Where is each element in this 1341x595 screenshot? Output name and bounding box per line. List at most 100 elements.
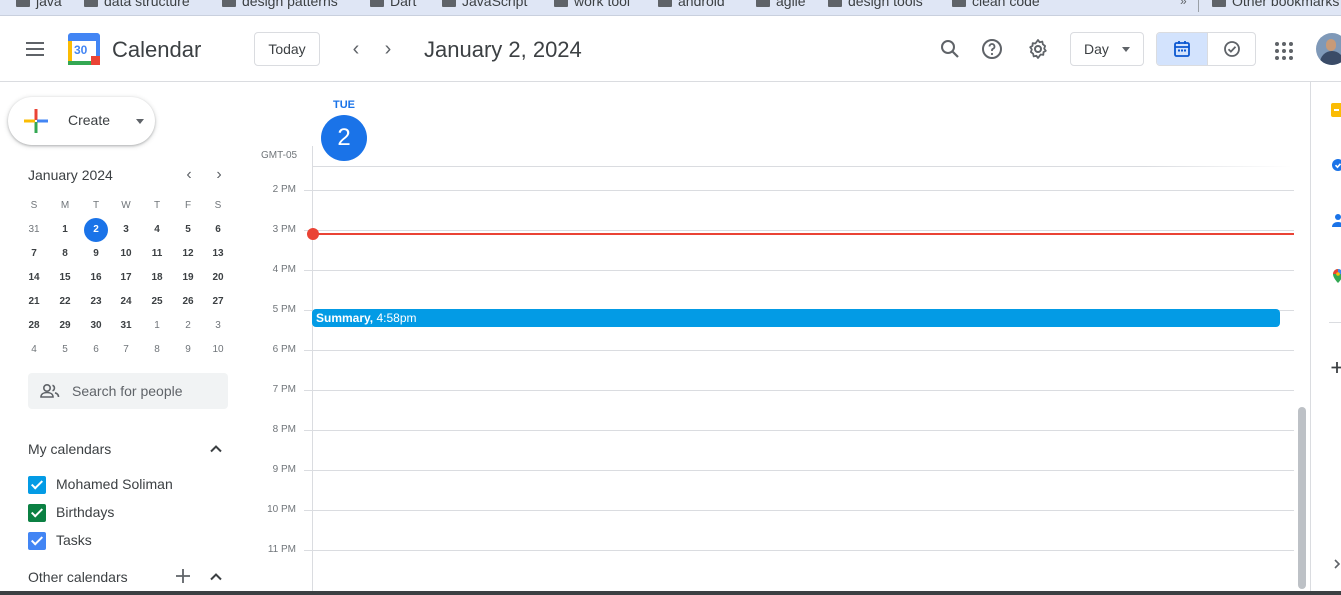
bookmark-dart[interactable]: Dart	[370, 0, 416, 9]
mini-calendar-day-number: 26	[182, 296, 194, 307]
other-calendars-title[interactable]: Other calendars	[28, 569, 128, 585]
mini-calendar-day[interactable]: 4	[19, 338, 49, 362]
today-button[interactable]: Today	[254, 32, 320, 66]
mini-calendar-day[interactable]: 29	[50, 314, 80, 338]
expand-panel-chevron-icon[interactable]	[1329, 556, 1341, 572]
bookmark-javascript[interactable]: JavaScript	[442, 0, 527, 9]
mini-calendar-day[interactable]: 12	[173, 242, 203, 266]
mini-calendar-day[interactable]: 21	[19, 290, 49, 314]
mini-calendar-weekday: T	[92, 200, 100, 211]
create-button[interactable]: Create	[8, 97, 155, 145]
calendar-view-toggle[interactable]	[1157, 33, 1207, 65]
tasks-view-toggle[interactable]	[1207, 33, 1255, 65]
add-addon-plus-icon[interactable]	[1329, 359, 1341, 375]
mini-calendar-day[interactable]: 9	[81, 242, 111, 266]
event-summary[interactable]: Summary, 4:58pm	[312, 309, 1280, 327]
mini-calendar-day[interactable]: 31	[19, 218, 49, 242]
bookmark-java[interactable]: java	[16, 0, 62, 9]
mini-calendar-day[interactable]: 17	[111, 266, 141, 290]
calendar-item-tasks[interactable]: Tasks	[26, 529, 226, 553]
vertical-scrollbar[interactable]	[1298, 407, 1306, 589]
mini-calendar-day-number: 20	[212, 272, 224, 283]
mini-calendar-day[interactable]: 31	[111, 314, 141, 338]
mini-calendar-day[interactable]: 3	[111, 218, 141, 242]
calendar-checkbox[interactable]	[28, 504, 46, 522]
hour-label: 2 PM	[272, 184, 296, 195]
contacts-icon[interactable]	[1329, 212, 1341, 228]
event-time: 4:58pm	[376, 311, 417, 325]
help-icon[interactable]	[980, 37, 1004, 61]
collapse-chevron-up-icon[interactable]	[206, 567, 226, 587]
bookmark-design-patterns[interactable]: design patterns	[222, 0, 338, 9]
mini-calendar-day[interactable]: 26	[173, 290, 203, 314]
mini-calendar-day[interactable]: 6	[81, 338, 111, 362]
day-number-button[interactable]: 2	[321, 115, 367, 161]
mini-calendar-day[interactable]: 2	[173, 314, 203, 338]
mini-calendar-day-selected[interactable]: 2	[81, 218, 111, 242]
bookmark-work-tool[interactable]: work tool	[554, 0, 630, 9]
mini-calendar-day[interactable]: 15	[50, 266, 80, 290]
google-apps-grid-icon[interactable]	[1275, 42, 1293, 60]
mini-calendar-day[interactable]: 7	[19, 242, 49, 266]
calendar-checkbox[interactable]	[28, 532, 46, 550]
user-avatar[interactable]	[1316, 33, 1341, 65]
mini-calendar-day[interactable]: 5	[50, 338, 80, 362]
mini-calendar-day[interactable]: 7	[111, 338, 141, 362]
calendar-item-mohamed-soliman[interactable]: Mohamed Soliman	[26, 473, 226, 497]
mini-calendar-day[interactable]: 18	[142, 266, 172, 290]
bookmarks-overflow-icon[interactable]: »	[1180, 0, 1187, 8]
mini-calendar-day[interactable]: 6	[203, 218, 233, 242]
bookmark-design-tools[interactable]: design tools	[828, 0, 923, 9]
mini-calendar-day[interactable]: 1	[50, 218, 80, 242]
mini-calendar-day[interactable]: 5	[173, 218, 203, 242]
mini-calendar-day[interactable]: 10	[111, 242, 141, 266]
add-calendar-plus-icon[interactable]	[173, 566, 193, 586]
mini-calendar-day[interactable]: 8	[142, 338, 172, 362]
mini-calendar-day[interactable]: 30	[81, 314, 111, 338]
keep-notes-icon[interactable]	[1329, 102, 1341, 118]
mini-calendar-day[interactable]: 22	[50, 290, 80, 314]
mini-calendar-day[interactable]: 10	[203, 338, 233, 362]
bookmark-other[interactable]: Other bookmarks	[1212, 0, 1339, 9]
bookmark-data-structure[interactable]: data structure	[84, 0, 190, 9]
my-calendars-title[interactable]: My calendars	[28, 441, 111, 457]
mini-calendar-day[interactable]: 27	[203, 290, 233, 314]
bookmark-clean-code[interactable]: clean code	[952, 0, 1040, 9]
calendar-checkbox[interactable]	[28, 476, 46, 494]
mini-calendar-day[interactable]: 24	[111, 290, 141, 314]
bookmark-android[interactable]: android	[658, 0, 725, 9]
next-period-icon[interactable]: ›	[376, 38, 400, 62]
mini-calendar-day[interactable]: 16	[81, 266, 111, 290]
mini-calendar-day[interactable]: 19	[173, 266, 203, 290]
collapse-chevron-up-icon[interactable]	[206, 439, 226, 459]
maps-icon[interactable]	[1329, 268, 1341, 284]
all-day-divider	[312, 166, 1292, 167]
view-selector-dropdown[interactable]: Day	[1070, 32, 1144, 66]
mini-calendar-day[interactable]: 1	[142, 314, 172, 338]
search-icon[interactable]	[938, 37, 962, 61]
mini-calendar-day[interactable]: 28	[19, 314, 49, 338]
mini-calendar-day-number: 5	[185, 224, 191, 235]
settings-gear-icon[interactable]	[1026, 37, 1050, 61]
mini-calendar-day[interactable]: 20	[203, 266, 233, 290]
mini-calendar-day[interactable]: 23	[81, 290, 111, 314]
mini-calendar-day[interactable]: 9	[173, 338, 203, 362]
mini-calendar-day-number: 7	[123, 344, 129, 355]
bookmark-agile[interactable]: agile	[756, 0, 806, 9]
mini-calendar-day[interactable]: 4	[142, 218, 172, 242]
mini-calendar-day[interactable]: 3	[203, 314, 233, 338]
hamburger-menu-icon[interactable]	[24, 41, 46, 57]
mini-calendar-prev-icon[interactable]: ‹	[179, 166, 199, 186]
mini-calendar-day-number: 2	[185, 320, 191, 331]
mini-calendar-day[interactable]: 14	[19, 266, 49, 290]
mini-calendar-day[interactable]: 13	[203, 242, 233, 266]
mini-calendar-next-icon[interactable]: ›	[209, 166, 229, 186]
mini-calendar-day[interactable]: 8	[50, 242, 80, 266]
calendar-item-birthdays[interactable]: Birthdays	[26, 501, 226, 525]
mini-calendar-day[interactable]: 25	[142, 290, 172, 314]
tasks-icon[interactable]	[1329, 157, 1341, 173]
mini-calendar-grid: S M T W T F S 31 1 2 3 4 5 6 7 8 9 10 11 12 13 14 15 16 17 18 19 20…	[19, 194, 236, 362]
search-people-input[interactable]: Search for people	[28, 373, 228, 409]
previous-period-icon[interactable]: ‹	[344, 38, 368, 62]
mini-calendar-day[interactable]: 11	[142, 242, 172, 266]
